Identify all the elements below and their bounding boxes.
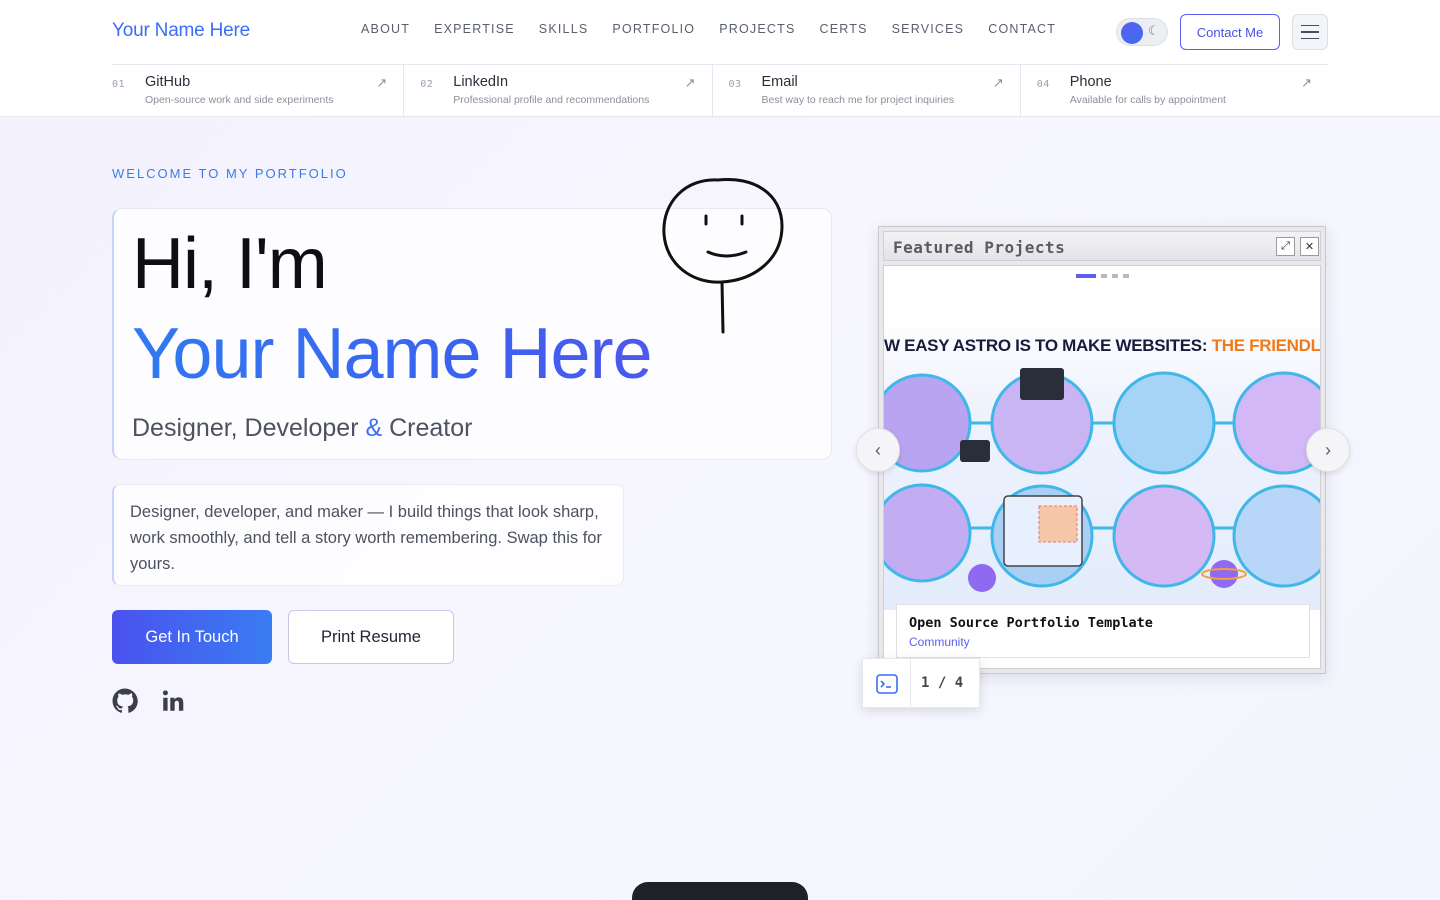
- github-icon[interactable]: [112, 688, 138, 714]
- get-in-touch-button[interactable]: Get In Touch: [112, 610, 272, 664]
- arrow-up-right-icon: ↗: [684, 75, 696, 90]
- link-description: Available for calls by appointment: [1069, 94, 1226, 106]
- nav-services[interactable]: SERVICES: [892, 22, 965, 36]
- nav-skills[interactable]: SKILLS: [539, 22, 589, 36]
- slide-counter: 1 / 4: [862, 658, 980, 709]
- arrow-up-right-icon: ↗: [1301, 75, 1312, 90]
- print-resume-button[interactable]: Print Resume: [288, 610, 454, 664]
- moon-icon: ☾: [1148, 23, 1160, 38]
- arrow-up-right-icon: ↗: [992, 75, 1004, 90]
- carousel-dot-2[interactable]: [1100, 274, 1107, 278]
- slide-image[interactable]: W EASY ASTRO IS TO MAKE WEBSITES: THE FR…: [884, 328, 1320, 610]
- close-icon[interactable]: ✕: [1300, 237, 1319, 256]
- link-number: 02: [420, 79, 434, 90]
- quick-links: 01 GitHub Open-source work and side expe…: [112, 64, 1328, 117]
- caption-subtitle: Community: [909, 635, 970, 649]
- theme-toggle[interactable]: ☾: [1116, 18, 1168, 46]
- link-number: 03: [728, 79, 742, 90]
- terminal-icon[interactable]: [863, 659, 911, 709]
- carousel-next-button[interactable]: ›: [1306, 428, 1350, 472]
- toggle-knob: [1121, 22, 1143, 44]
- nav-portfolio[interactable]: PORTFOLIO: [612, 22, 695, 36]
- carousel-prev-button[interactable]: ‹: [856, 428, 900, 472]
- link-number: 04: [1036, 79, 1050, 90]
- hero-tagline: Designer, Developer & Creator: [132, 414, 473, 442]
- link-title: LinkedIn: [453, 74, 509, 90]
- hero-bio: Designer, developer, and maker — I build…: [112, 484, 624, 586]
- nav-certs[interactable]: CERTS: [819, 22, 867, 36]
- window-title: Featured Projects: [893, 238, 1066, 257]
- menu-icon[interactable]: [1292, 14, 1328, 50]
- carousel-dots: [884, 274, 1320, 278]
- hero-name: Your Name Here: [132, 314, 653, 394]
- hero-greeting: Hi, I'm: [132, 224, 328, 304]
- expand-icon[interactable]: ⤢: [1276, 237, 1295, 256]
- nav-contact[interactable]: CONTACT: [988, 22, 1056, 36]
- site-header: Your Name Here ABOUT EXPERTISE SKILLS PO…: [0, 0, 1440, 117]
- window-titlebar[interactable]: Featured Projects ⤢ ✕: [883, 231, 1321, 261]
- arrow-up-right-icon: ↗: [376, 75, 388, 90]
- link-description: Best way to reach me for project inquiri…: [761, 94, 955, 106]
- featured-projects-window: Featured Projects ⤢ ✕ W EASY ASTRO IS TO…: [878, 226, 1326, 674]
- nav-about[interactable]: ABOUT: [361, 22, 410, 36]
- link-number: 01: [112, 79, 126, 90]
- link-title: Email: [761, 74, 798, 90]
- main-nav: ABOUT EXPERTISE SKILLS PORTFOLIO PROJECT…: [361, 22, 1080, 36]
- infographic-illustration: [884, 368, 1320, 592]
- counter-text: 1 / 4: [921, 675, 964, 691]
- nav-projects[interactable]: PROJECTS: [719, 22, 795, 36]
- stick-figure-drawing: [662, 177, 784, 334]
- carousel-dot-4[interactable]: [1122, 274, 1129, 278]
- link-card-github[interactable]: 01 GitHub Open-source work and side expe…: [112, 65, 405, 117]
- link-title: Phone: [1069, 74, 1112, 90]
- carousel-dot-3[interactable]: [1111, 274, 1118, 278]
- carousel-body: W EASY ASTRO IS TO MAKE WEBSITES: THE FR…: [883, 265, 1321, 669]
- link-title: GitHub: [145, 74, 191, 90]
- link-description: Open-source work and side experiments: [145, 94, 334, 106]
- linkedin-icon[interactable]: [160, 688, 186, 714]
- slide-caption[interactable]: Open Source Portfolio Template Community: [896, 604, 1310, 658]
- hero-eyebrow: WELCOME TO MY PORTFOLIO: [112, 166, 348, 181]
- carousel-dot-1[interactable]: [1075, 274, 1096, 278]
- link-description: Professional profile and recommendations: [453, 94, 650, 106]
- link-card-phone[interactable]: 04 Phone Available for calls by appointm…: [1021, 65, 1328, 117]
- brand-logo[interactable]: Your Name Here: [112, 20, 250, 42]
- contact-me-button[interactable]: Contact Me: [1180, 14, 1280, 50]
- link-card-email[interactable]: 03 Email Best way to reach me for projec…: [713, 65, 1021, 117]
- caption-title: Open Source Portfolio Template: [909, 615, 1153, 631]
- bottom-dock[interactable]: [632, 882, 808, 900]
- nav-expertise[interactable]: EXPERTISE: [434, 22, 515, 36]
- link-card-linkedin[interactable]: 02 LinkedIn Professional profile and rec…: [404, 65, 713, 117]
